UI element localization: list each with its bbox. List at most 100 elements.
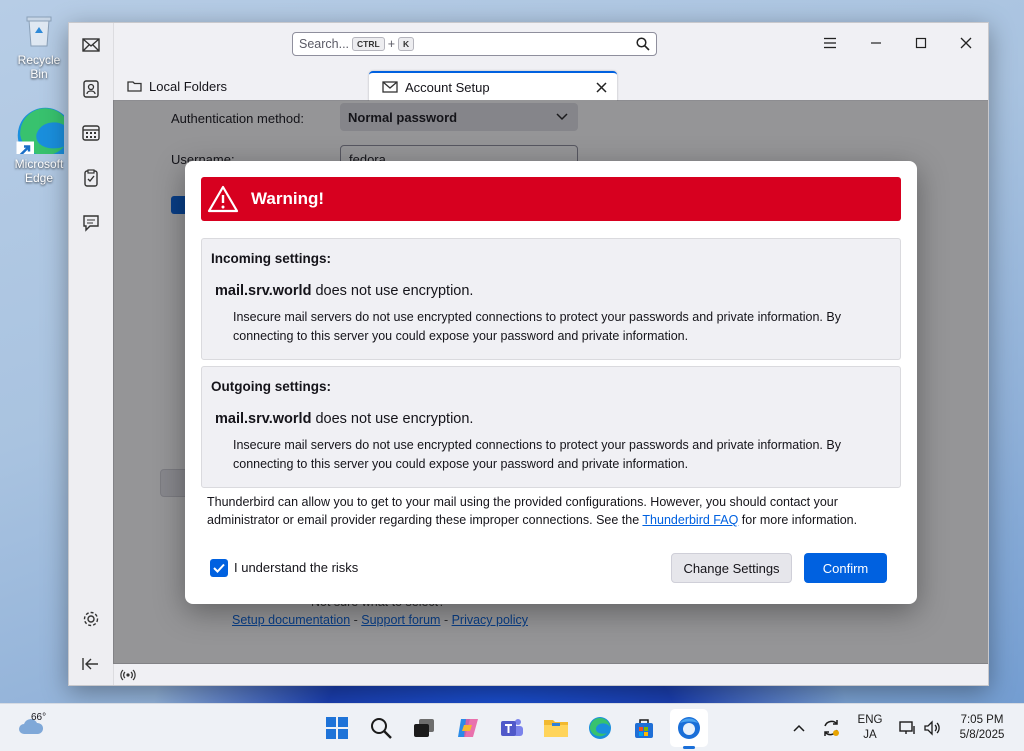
shortcut-plus: + (387, 37, 396, 51)
shortcut-key-ctrl: CTRL (352, 37, 385, 51)
calendar-icon (82, 125, 100, 141)
clock-date: 5/8/2025 (959, 729, 1005, 741)
address-book-icon (83, 80, 99, 98)
incoming-detail: Insecure mail servers do not use encrypt… (233, 310, 841, 343)
active-indicator (683, 746, 695, 749)
tasks-button[interactable] (80, 167, 102, 189)
edge-icon (589, 717, 611, 739)
store-icon (635, 719, 653, 738)
checkmark-icon (213, 563, 225, 573)
maximize-icon (915, 37, 927, 49)
minimize-icon (871, 42, 881, 44)
show-hidden-icons-button[interactable] (784, 712, 814, 744)
maximize-button[interactable] (911, 33, 931, 53)
sync-icon (824, 720, 839, 736)
weather-temp: 66° (31, 712, 47, 723)
folder-icon (544, 720, 568, 737)
store-button[interactable] (628, 712, 660, 744)
chat-icon (83, 215, 99, 232)
insecure-connection-dialog: Warning! Incoming settings: mail.srv.wor… (185, 161, 917, 604)
sync-tray-button[interactable] (816, 712, 846, 744)
faq-note: Thunderbird can allow you to get to your… (207, 493, 897, 529)
warning-icon (207, 185, 239, 213)
mail-icon (82, 38, 100, 52)
tab-label: Account Setup (405, 79, 490, 95)
change-settings-button[interactable]: Change Settings (671, 553, 792, 583)
task-view-icon (414, 719, 434, 737)
search-icon (371, 718, 392, 739)
taskbar: 66° ENG JA 7:05 PM 5/8/2025 (0, 703, 1024, 751)
incoming-server: mail.srv.world (215, 283, 312, 299)
copilot-icon (458, 719, 478, 737)
thunderbird-taskbar-button[interactable] (670, 709, 708, 749)
network-icon (899, 721, 915, 734)
note-text-end: for more information. (738, 513, 858, 527)
close-window-button[interactable] (956, 33, 976, 53)
app-menu-button[interactable] (820, 33, 840, 53)
outgoing-detail: Insecure mail servers do not use encrypt… (233, 438, 841, 471)
outgoing-message: mail.srv.world does not use encryption. (215, 411, 473, 427)
thunderbird-icon (678, 717, 700, 739)
incoming-heading: Incoming settings: (211, 251, 332, 266)
desktop-icon-recycle-bin[interactable]: Recycle Bin (8, 10, 70, 82)
incoming-message-text: does not use encryption. (311, 283, 474, 299)
collapse-spaces-button[interactable] (80, 653, 102, 675)
mail-space-button[interactable] (80, 34, 102, 56)
spaces-toolbar (69, 23, 114, 685)
tab-bar: Local Folders Account Setup (114, 67, 988, 101)
outgoing-message-text: does not use encryption. (311, 411, 474, 427)
tab-local-folders[interactable]: Local Folders (114, 71, 369, 101)
thunderbird-faq-link[interactable]: Thunderbird FAQ (642, 513, 738, 527)
outgoing-heading: Outgoing settings: (211, 379, 331, 394)
status-bar (114, 663, 988, 685)
shortcut-key-k: K (398, 37, 415, 51)
close-tab-icon[interactable] (596, 82, 607, 93)
title-bar: Search... CTRL + K (114, 23, 988, 67)
weather-widget[interactable]: 66° (16, 712, 56, 744)
copilot-button[interactable] (452, 712, 484, 744)
tab-account-setup[interactable]: Account Setup (369, 71, 617, 101)
search-input[interactable]: Search... CTRL + K (292, 32, 657, 56)
edge-icon (16, 107, 64, 154)
volume-tray-button[interactable] (920, 712, 944, 744)
chat-button[interactable] (80, 212, 102, 234)
start-button[interactable] (321, 712, 353, 744)
tasks-icon (84, 169, 98, 187)
incoming-settings-box: Incoming settings: mail.srv.world does n… (201, 238, 901, 360)
file-explorer-button[interactable] (540, 712, 572, 744)
warning-banner: Warning! (201, 177, 901, 221)
tab-label: Local Folders (149, 78, 228, 94)
outgoing-server: mail.srv.world (215, 411, 312, 427)
desktop-icon-edge[interactable]: Microsoft Edge (8, 104, 70, 186)
task-view-button[interactable] (408, 712, 440, 744)
language-indicator[interactable]: ENG JA (852, 713, 888, 743)
mail-icon (382, 81, 398, 93)
settings-button[interactable] (80, 608, 102, 630)
search-placeholder: Search... (299, 37, 350, 51)
dialog-title: Warning! (251, 189, 325, 208)
recycle-bin-icon (26, 16, 52, 47)
teams-button[interactable] (496, 712, 528, 744)
windows-icon (326, 717, 348, 739)
network-tray-button[interactable] (896, 712, 920, 744)
search-icon (636, 37, 650, 51)
confirm-button[interactable]: Confirm (804, 553, 887, 583)
minimize-button[interactable] (866, 33, 886, 53)
understand-risks-checkbox[interactable] (210, 559, 228, 577)
understand-risks-label[interactable]: I understand the risks (234, 560, 358, 575)
edge-taskbar-button[interactable] (584, 712, 616, 744)
online-status-icon[interactable] (120, 668, 136, 682)
address-book-button[interactable] (80, 78, 102, 100)
clock[interactable]: 7:05 PM 5/8/2025 (950, 713, 1014, 743)
teams-icon (501, 719, 523, 736)
taskbar-search-button[interactable] (365, 712, 397, 744)
clock-time: 7:05 PM (960, 714, 1004, 726)
chevron-up-icon (793, 724, 805, 732)
language-primary: ENG (857, 714, 883, 726)
incoming-message: mail.srv.world does not use encryption. (215, 283, 473, 299)
desktop-icon-label: Recycle Bin (17, 53, 61, 81)
calendar-button[interactable] (80, 122, 102, 144)
hamburger-icon (824, 37, 836, 49)
language-secondary: JA (863, 729, 877, 741)
collapse-icon (82, 658, 98, 670)
